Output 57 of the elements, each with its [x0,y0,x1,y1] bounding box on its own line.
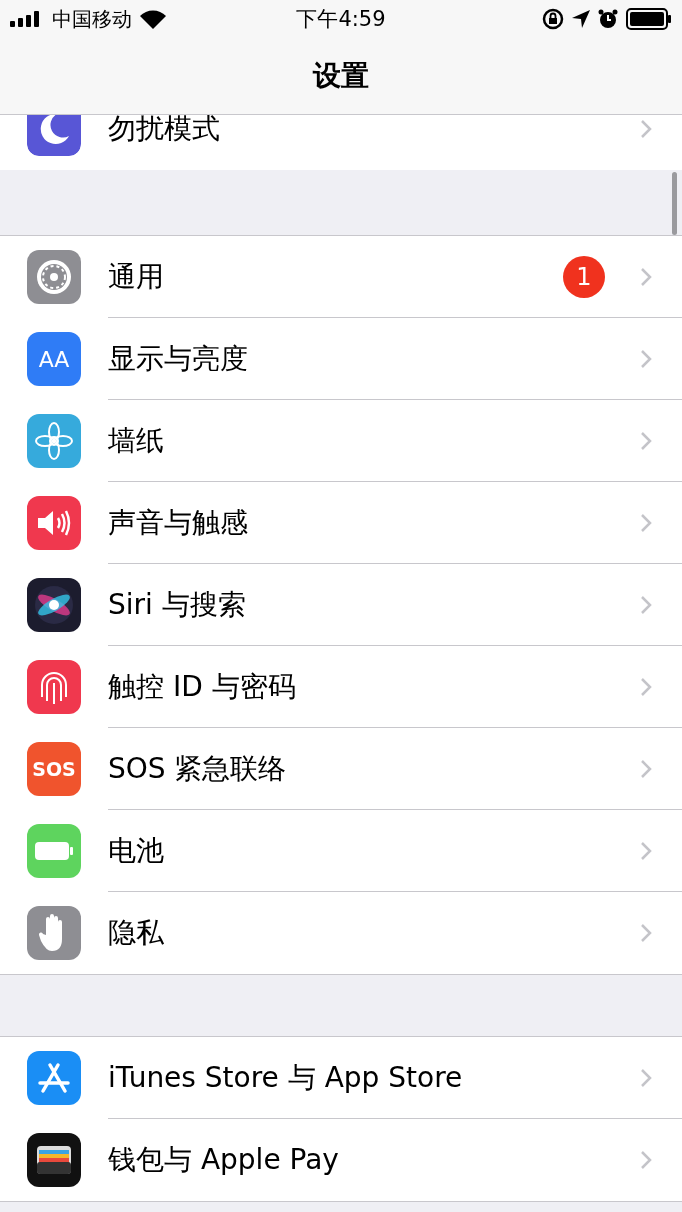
row-label: 电池 [108,833,165,869]
row-label: 隐私 [108,915,165,951]
siri-icon [27,578,81,632]
chevron-icon [640,1150,652,1170]
row-label: 触控 ID 与密码 [108,669,297,705]
row-label: 显示与亮度 [108,341,249,377]
settings-row[interactable]: Siri 与搜索 [0,564,682,646]
sos-icon: SOS [27,742,81,796]
gear-icon [27,250,81,304]
settings-row[interactable]: 隐私 [0,892,682,974]
appstore-icon [27,1051,81,1105]
battery-icon [626,8,672,30]
row-label: iTunes Store 与 App Store [108,1060,464,1096]
settings-row[interactable]: SOS SOS 紧急联络 [0,728,682,810]
chevron-icon [640,267,652,287]
settings-row[interactable]: iTunes Store 与 App Store [0,1037,682,1119]
nav-title: 设置 [313,58,369,94]
chevron-icon [640,1068,652,1088]
settings-row[interactable]: 声音与触感 [0,482,682,564]
status-time: 下午4:59 [296,6,386,33]
settings-row[interactable]: 通用 1 [0,236,682,318]
chevron-icon [640,595,652,615]
settings-row[interactable]: AA 显示与亮度 [0,318,682,400]
hand-icon [27,906,81,960]
location-icon [572,10,590,28]
notification-badge: 1 [563,256,605,298]
row-label: 墙纸 [108,423,165,459]
row-label: Siri 与搜索 [108,587,247,623]
battery-icon [27,824,81,878]
carrier-name: 中国移动 [52,5,132,33]
alarm-icon [598,9,618,29]
fingerprint-icon [27,660,81,714]
row-label: 钱包与 Apple Pay [108,1142,340,1178]
chevron-icon [640,923,652,943]
row-label: 勿扰模式 [108,115,221,147]
chevron-icon [640,841,652,861]
settings-row[interactable]: 勿扰模式 [0,115,682,170]
chevron-icon [640,349,652,369]
flower-icon [27,414,81,468]
chevron-icon [640,759,652,779]
row-label: SOS 紧急联络 [108,751,288,787]
chevron-icon [640,513,652,533]
rotation-lock-icon [542,8,564,30]
wallet-icon [27,1133,81,1187]
wifi-icon [140,9,166,29]
chevron-icon [640,431,652,451]
settings-row[interactable]: 触控 ID 与密码 [0,646,682,728]
row-label: 声音与触感 [108,505,249,541]
settings-row[interactable]: 钱包与 Apple Pay [0,1119,682,1201]
chevron-icon [640,677,652,697]
settings-row[interactable]: 墙纸 [0,400,682,482]
row-label: 通用 [108,259,165,295]
display-icon: AA [27,332,81,386]
speaker-icon [27,496,81,550]
scroll-indicator [672,172,677,235]
settings-row[interactable]: 电池 [0,810,682,892]
chevron-icon [640,119,652,139]
